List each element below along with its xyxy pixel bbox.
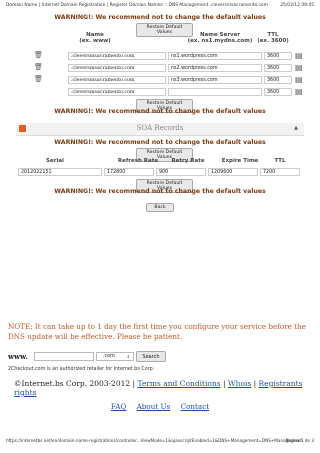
ns-warning-bottom: WARNING!: We recommend not to change the…	[54, 108, 266, 115]
chevron-updown-icon: ⇕	[126, 354, 130, 359]
copyright-line: ©Internet.bs Corp. 2003-2012 | Terms and…	[14, 379, 303, 397]
soa-expire-field[interactable]: 1209600	[208, 168, 258, 176]
print-title: Domain Name | Internet Domain Registrati…	[6, 3, 268, 8]
collapse-caret-icon[interactable]: ▲	[294, 125, 298, 131]
ns-server-field[interactable]	[168, 88, 262, 96]
ns-ttl-field[interactable]: 3600	[264, 64, 292, 72]
terms-link[interactable]: Terms and Conditions	[137, 379, 220, 388]
www-label: www.	[8, 352, 28, 361]
soa-refresh-field[interactable]: 172800	[104, 168, 154, 176]
print-url: https://internetbs.net/en/domain-name-re…	[6, 438, 302, 443]
col-serial-header: Serial	[46, 158, 64, 164]
print-date: 25/02/12 09:45	[280, 3, 314, 8]
page-number: Página 3 de 3	[285, 438, 314, 443]
ns-ttl-field[interactable]: 3600	[264, 76, 292, 84]
col-ttl-hint: (ex. 3600)	[257, 38, 289, 44]
ns-name-field[interactable]: .cleversmsacramento.com	[68, 88, 166, 96]
soa-section-bar[interactable]: SOA Records ▲	[16, 123, 304, 136]
print-footer: https://internetbs.net/en/domain-name-re…	[6, 438, 314, 443]
ns-name-field[interactable]: .cleversmsacramento.com	[68, 64, 166, 72]
ns-server-field[interactable]: ns1.wordpress.com	[168, 52, 262, 60]
tld-select-value: .com	[103, 354, 115, 359]
ns-server-field[interactable]: ns3.wordpress.com	[168, 76, 262, 84]
soa-serial-field[interactable]: 2012022151	[18, 168, 102, 176]
soa-section-title: SOA Records	[136, 124, 184, 132]
soa-ttl-field[interactable]: 7200	[260, 168, 300, 176]
ns-warning-top: WARNING!: We recommend not to change the…	[54, 14, 266, 21]
back-button[interactable]: Back	[146, 203, 174, 212]
save-icon[interactable]: ▤	[295, 63, 303, 72]
save-icon[interactable]: ▤	[295, 75, 303, 84]
col-soa-ttl-header: TTL	[274, 158, 286, 164]
whois-link[interactable]: Whois	[228, 379, 251, 388]
col-ttl-header: TTL (ex. 3600)	[253, 32, 293, 44]
print-header: Domain Name | Internet Domain Registrati…	[6, 3, 314, 8]
contact-link[interactable]: Contact	[181, 402, 210, 411]
search-button[interactable]: Search	[136, 351, 166, 362]
footer-links: FAQ About Us Contact	[0, 402, 320, 411]
ns-name-field[interactable]: .cleversmsacramento.com	[68, 76, 166, 84]
faq-link[interactable]: FAQ	[111, 402, 126, 411]
soa-warning-bottom: WARNING!: We recommend not to change the…	[54, 188, 266, 195]
domain-input[interactable]	[34, 352, 94, 361]
col-name-header: Name (ex. www)	[70, 32, 120, 44]
tld-select[interactable]: .com ⇕	[96, 352, 134, 361]
dns-update-note: NOTE: It can take up to 1 day the first …	[8, 322, 306, 341]
copyright-text: ©Internet.bs Corp. 2003-2012 |	[14, 379, 136, 388]
col-name-hint: (ex. www)	[79, 38, 111, 44]
about-us-link[interactable]: About Us	[137, 402, 171, 411]
reseller-text: 2Checkout.com is an authorized retailer …	[8, 367, 155, 372]
ns-server-field[interactable]: ns2.wordpress.com	[168, 64, 262, 72]
ns-ttl-field[interactable]: 3600	[264, 88, 292, 96]
save-icon[interactable]: ▤	[295, 51, 303, 60]
soa-retry-field[interactable]: 900	[156, 168, 206, 176]
trash-icon[interactable]: 🗑	[34, 75, 43, 83]
save-icon[interactable]: ▤	[295, 87, 303, 96]
trash-icon[interactable]: 🗑	[34, 63, 43, 71]
ns-name-field[interactable]: .cleversmsacramento.com	[68, 52, 166, 60]
trash-icon[interactable]: 🗑	[34, 51, 43, 59]
ns-ttl-field[interactable]: 3600	[264, 52, 292, 60]
soa-warning-top: WARNING!: We recommend not to change the…	[54, 139, 266, 146]
col-retry-header: Retry Rate	[171, 158, 205, 164]
